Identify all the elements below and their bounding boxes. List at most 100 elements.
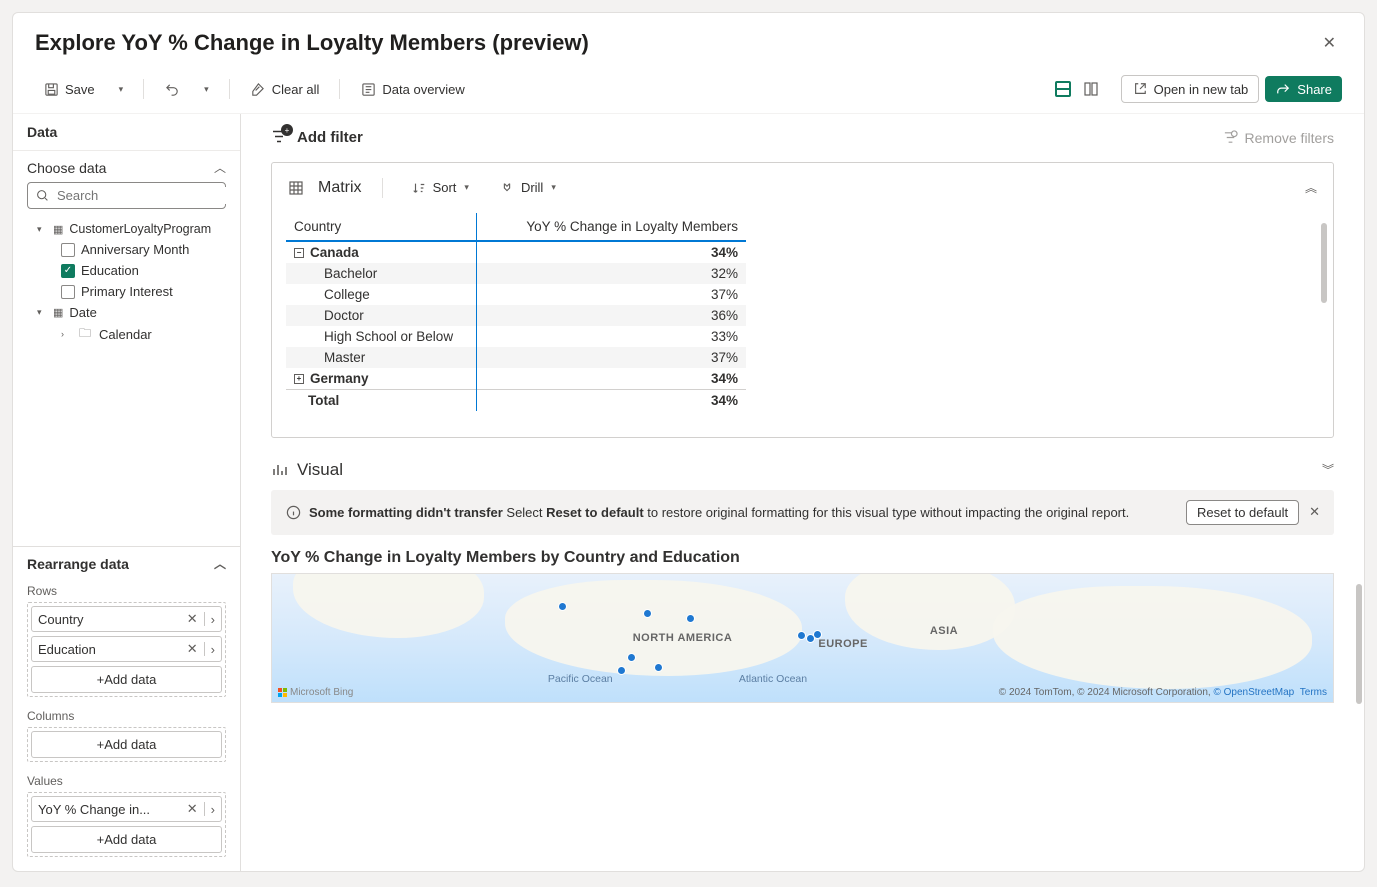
- layout-stacked-toggle[interactable]: [1055, 81, 1071, 97]
- table-customer-loyalty[interactable]: ▾ ▦ CustomerLoyaltyProgram: [23, 219, 230, 239]
- table-icon: ▦: [53, 306, 63, 319]
- clear-all-button[interactable]: Clear all: [242, 76, 328, 102]
- main-scrollbar[interactable]: [1356, 584, 1362, 704]
- expand-icon[interactable]: +: [294, 374, 304, 384]
- data-panel: Data Choose data ︿ ▾ ▦ CustomerLoyaltyPr…: [13, 114, 241, 871]
- reset-to-default-button[interactable]: Reset to default: [1186, 500, 1299, 525]
- map-label-asia: ASIA: [930, 625, 958, 637]
- rearrange-panel: Rearrange data ︿ Rows Country ✕› Educati…: [13, 546, 240, 871]
- data-panel-header: Data: [13, 114, 240, 150]
- remove-filters-button[interactable]: Remove filters: [1223, 130, 1334, 146]
- remove-icon[interactable]: ✕: [187, 641, 198, 657]
- filter-count-badge: +: [281, 124, 293, 136]
- save-button[interactable]: Save: [35, 76, 103, 102]
- matrix-scrollbar[interactable]: [1321, 223, 1327, 303]
- drill-button[interactable]: Drill▾: [491, 175, 564, 201]
- terms-link[interactable]: Terms: [1300, 687, 1327, 698]
- open-new-tab-label: Open in new tab: [1154, 82, 1249, 97]
- layout-side-toggle[interactable]: [1083, 81, 1099, 97]
- table-row[interactable]: Bachelor32%: [286, 263, 746, 284]
- banner-text: Some formatting didn't transfer Select R…: [309, 505, 1129, 520]
- share-label: Share: [1297, 82, 1332, 97]
- field-education[interactable]: Education: [23, 260, 230, 281]
- table-date[interactable]: ▾ ▦ Date: [23, 302, 230, 323]
- open-in-new-tab-button[interactable]: Open in new tab: [1121, 75, 1260, 103]
- osm-link[interactable]: © OpenStreetMap: [1213, 687, 1294, 698]
- row-chip-country[interactable]: Country ✕›: [31, 606, 222, 632]
- rearrange-header[interactable]: Rearrange data ︿: [13, 547, 240, 578]
- add-filter-label: Add filter: [297, 129, 363, 146]
- info-icon: [285, 504, 301, 520]
- values-label: Values: [13, 768, 240, 792]
- add-data-rows[interactable]: +Add data: [31, 666, 222, 693]
- fields-tree: ▾ ▦ CustomerLoyaltyProgram Anniversary M…: [13, 217, 240, 546]
- map-point[interactable]: [617, 666, 626, 675]
- dismiss-banner-icon[interactable]: ✕: [1309, 504, 1320, 520]
- table-row[interactable]: −Canada34%: [286, 241, 746, 263]
- filter-clear-icon: [1223, 130, 1239, 146]
- folder-icon: 🗀: [77, 326, 93, 342]
- add-data-values[interactable]: +Add data: [31, 826, 222, 853]
- remove-icon[interactable]: ✕: [187, 611, 198, 627]
- popout-icon: [1132, 81, 1148, 97]
- checkbox[interactable]: [61, 243, 75, 257]
- map-visual[interactable]: NORTH AMERICA EUROPE ASIA Pacific Ocean …: [271, 573, 1334, 703]
- visual-chart-title: YoY % Change in Loyalty Members by Count…: [241, 545, 1364, 573]
- matrix-table: Country YoY % Change in Loyalty Members …: [286, 213, 746, 411]
- data-overview-button[interactable]: Data overview: [352, 76, 472, 102]
- table-row[interactable]: High School or Below33%: [286, 326, 746, 347]
- search-field[interactable]: [55, 187, 235, 204]
- map-label-eu: EUROPE: [818, 638, 867, 650]
- map-label-na: NORTH AMERICA: [633, 632, 733, 644]
- add-filter-button[interactable]: + Add filter: [271, 128, 363, 148]
- close-icon[interactable]: ✕: [1317, 27, 1342, 59]
- sort-button[interactable]: Sort▾: [403, 175, 477, 201]
- sort-icon: [411, 180, 427, 196]
- checkbox-checked[interactable]: [61, 264, 75, 278]
- map-bing-logo: Microsoft Bing: [278, 687, 353, 698]
- table-row[interactable]: Doctor36%: [286, 305, 746, 326]
- rows-well[interactable]: Country ✕› Education ✕› +Add data: [27, 602, 226, 697]
- undo-button[interactable]: [156, 76, 188, 102]
- table-row[interactable]: Master37%: [286, 347, 746, 368]
- chevron-up-icon[interactable]: ︿: [214, 555, 226, 572]
- formatting-warning-banner: Some formatting didn't transfer Select R…: [271, 490, 1334, 535]
- save-label: Save: [65, 82, 95, 97]
- explore-dialog: Explore YoY % Change in Loyalty Members …: [12, 12, 1365, 872]
- matrix-col-country[interactable]: Country: [286, 213, 476, 241]
- folder-calendar[interactable]: › 🗀 Calendar: [23, 323, 230, 345]
- main-canvas: + Add filter Remove filters Matrix: [241, 114, 1364, 871]
- search-input[interactable]: [27, 182, 226, 209]
- chevron-up-icon[interactable]: ︿: [214, 159, 226, 176]
- values-well[interactable]: YoY % Change in... ✕› +Add data: [27, 792, 226, 857]
- matrix-col-measure[interactable]: YoY % Change in Loyalty Members: [476, 213, 746, 241]
- table-row[interactable]: College37%: [286, 284, 746, 305]
- table-row[interactable]: +Germany34%: [286, 368, 746, 390]
- drill-icon: [499, 180, 515, 196]
- row-chip-education[interactable]: Education ✕›: [31, 636, 222, 662]
- undo-icon: [164, 81, 180, 97]
- chevron-right-icon[interactable]: ›: [211, 612, 215, 627]
- add-data-columns[interactable]: +Add data: [31, 731, 222, 758]
- expand-down-icon[interactable]: ︾: [1322, 461, 1334, 478]
- remove-icon[interactable]: ✕: [187, 801, 198, 817]
- save-dropdown[interactable]: ▾: [109, 79, 132, 100]
- choose-data-header[interactable]: Choose data ︿: [13, 151, 240, 182]
- field-anniversary-month[interactable]: Anniversary Month: [23, 239, 230, 260]
- collapse-icon[interactable]: −: [294, 248, 304, 258]
- columns-well[interactable]: +Add data: [27, 727, 226, 762]
- value-chip-yoy[interactable]: YoY % Change in... ✕›: [31, 796, 222, 822]
- chevron-right-icon[interactable]: ›: [211, 802, 215, 817]
- map-point[interactable]: [654, 663, 663, 672]
- rows-label: Rows: [13, 578, 240, 602]
- matrix-title: Matrix: [318, 179, 362, 197]
- visual-header: Visual ︾: [241, 454, 1364, 490]
- chevron-right-icon[interactable]: ›: [211, 642, 215, 657]
- map-point[interactable]: [797, 631, 806, 640]
- collapse-up-icon[interactable]: ︽: [1305, 179, 1317, 196]
- share-button[interactable]: Share: [1265, 76, 1342, 102]
- field-primary-interest[interactable]: Primary Interest: [23, 281, 230, 302]
- title-bar: Explore YoY % Change in Loyalty Members …: [13, 13, 1364, 69]
- undo-dropdown[interactable]: ▾: [194, 79, 217, 100]
- checkbox[interactable]: [61, 285, 75, 299]
